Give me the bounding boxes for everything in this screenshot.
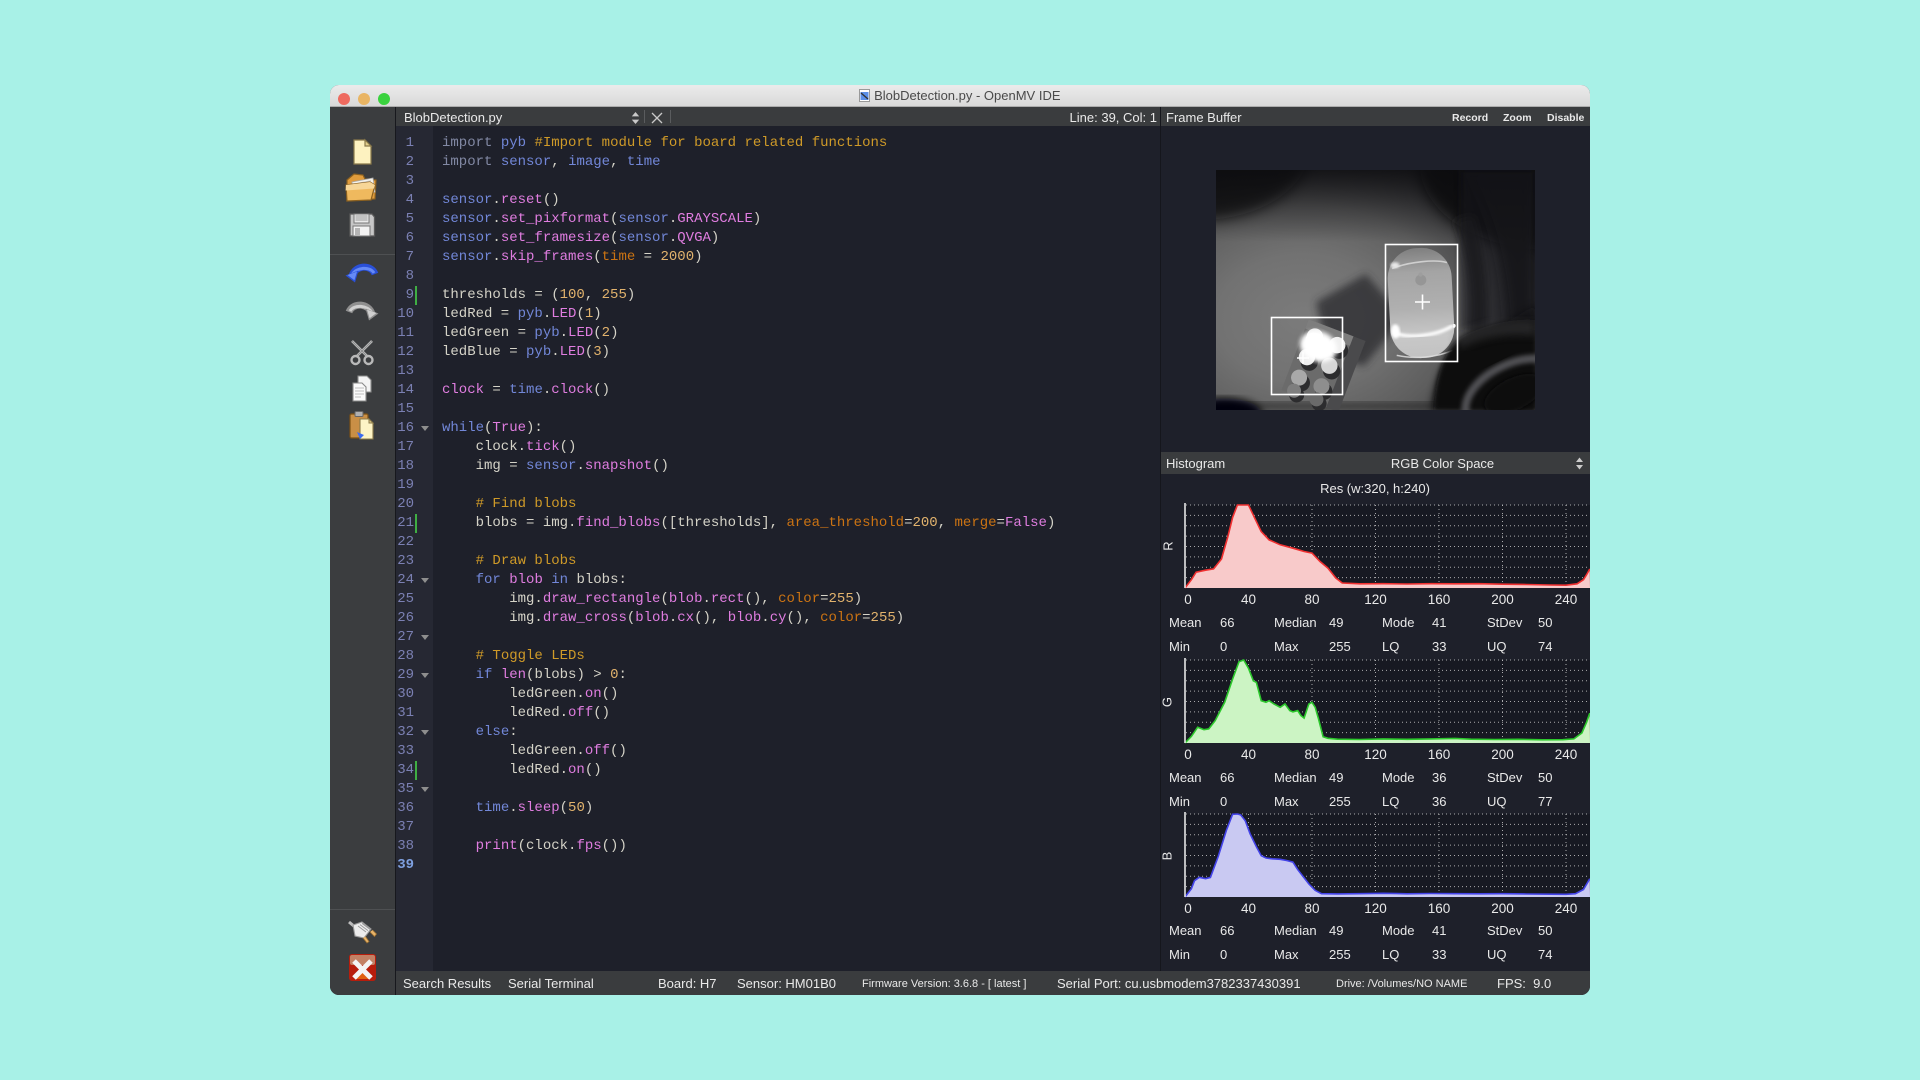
svg-text:200: 200 xyxy=(1491,901,1514,916)
svg-text:120: 120 xyxy=(1364,747,1387,762)
svg-text:40: 40 xyxy=(1241,901,1256,916)
svg-text:160: 160 xyxy=(1428,901,1451,916)
svg-text:200: 200 xyxy=(1491,592,1514,607)
svg-text:120: 120 xyxy=(1364,901,1387,916)
svg-text:240: 240 xyxy=(1555,747,1578,762)
svg-text:B: B xyxy=(1161,852,1175,861)
svg-text:40: 40 xyxy=(1241,747,1256,762)
svg-text:0: 0 xyxy=(1184,747,1192,762)
svg-text:240: 240 xyxy=(1555,592,1578,607)
svg-text:160: 160 xyxy=(1428,747,1451,762)
svg-text:0: 0 xyxy=(1184,901,1192,916)
svg-text:240: 240 xyxy=(1555,901,1578,916)
svg-text:80: 80 xyxy=(1304,901,1319,916)
svg-text:40: 40 xyxy=(1241,592,1256,607)
svg-text:R: R xyxy=(1161,541,1176,550)
svg-text:0: 0 xyxy=(1184,592,1192,607)
svg-text:200: 200 xyxy=(1491,747,1514,762)
svg-text:G: G xyxy=(1161,697,1175,707)
svg-text:80: 80 xyxy=(1304,747,1319,762)
svg-text:120: 120 xyxy=(1364,592,1387,607)
svg-text:80: 80 xyxy=(1304,592,1319,607)
svg-text:160: 160 xyxy=(1428,592,1451,607)
